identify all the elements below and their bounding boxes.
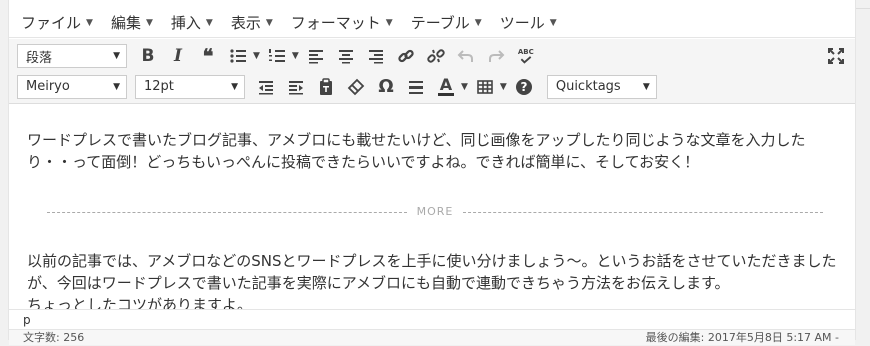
align-right-icon <box>368 50 383 64</box>
outdent-button[interactable] <box>253 74 279 100</box>
help-button[interactable]: ? <box>511 74 537 100</box>
chevron-down-icon: ▼ <box>113 51 120 61</box>
align-left-button[interactable] <box>303 43 329 69</box>
chevron-down-icon: ▼ <box>474 17 482 28</box>
omega-icon: Ω <box>378 76 394 97</box>
numbered-list-icon <box>264 43 290 69</box>
last-edited: 最後の編集: 2017年5月8日 5:17 AM - <box>645 331 839 344</box>
chevron-down-icon: ▼ <box>253 51 260 61</box>
text-color-button[interactable]: A ▼ <box>433 74 468 100</box>
fullscreen-button[interactable] <box>823 43 849 69</box>
table-icon <box>472 74 498 100</box>
spellcheck-button[interactable]: ABC <box>513 43 539 69</box>
chevron-down-icon: ▼ <box>113 81 120 92</box>
paste-as-text-button[interactable] <box>313 74 339 100</box>
chevron-down-icon: ▼ <box>385 17 393 28</box>
font-family-select[interactable]: Meiryo ▼ <box>17 74 127 99</box>
menu-file[interactable]: ファイル ▼ <box>21 12 93 33</box>
text-color-icon: A <box>438 75 454 96</box>
italic-icon: I <box>174 46 182 66</box>
menu-format[interactable]: フォーマット ▼ <box>291 12 393 33</box>
svg-text:?: ? <box>520 80 527 94</box>
align-center-button[interactable] <box>333 43 359 69</box>
status-bar: 文字数: 256 最後の編集: 2017年5月8日 5:17 AM - <box>9 329 855 345</box>
chevron-down-icon: ▼ <box>86 17 93 28</box>
numbered-list-button[interactable]: ▼ <box>264 43 299 69</box>
clipboard-icon <box>320 77 332 95</box>
bullet-list-button[interactable]: ▼ <box>225 43 260 69</box>
bullet-list-icon <box>225 43 251 69</box>
menu-tools[interactable]: ツール ▼ <box>500 12 557 33</box>
redo-icon <box>488 50 505 62</box>
horizontal-line-icon <box>409 80 423 94</box>
unlink-icon <box>427 49 445 63</box>
quote-icon: ❝ <box>202 44 214 68</box>
chevron-down-icon: ▼ <box>265 17 273 28</box>
align-right-button[interactable] <box>363 43 389 69</box>
undo-button[interactable] <box>453 43 479 69</box>
chevron-down-icon: ▼ <box>499 81 507 92</box>
bold-button[interactable]: B <box>135 43 161 69</box>
menu-insert[interactable]: 挿入 ▼ <box>171 12 213 33</box>
special-character-button[interactable]: Ω <box>373 74 399 100</box>
redo-button[interactable] <box>483 43 509 69</box>
insert-link-button[interactable] <box>393 43 419 69</box>
table-button[interactable]: ▼ <box>472 74 507 100</box>
chevron-down-icon: ▼ <box>549 17 557 28</box>
menubar: ファイル ▼ 編集 ▼ 挿入 ▼ 表示 ▼ フォーマット ▼ テーブル ▼ ツール ▼ <box>9 8 855 38</box>
classic-editor: ファイル ▼ 編集 ▼ 挿入 ▼ 表示 ▼ フォーマット ▼ テーブル ▼ ツール ▼ 段落 ▼… <box>8 0 856 345</box>
chevron-down-icon: ▼ <box>642 81 650 92</box>
horizontal-line-button[interactable] <box>403 74 429 100</box>
remove-link-button[interactable] <box>423 43 449 69</box>
format-select[interactable]: 段落 ▼ <box>17 44 127 68</box>
more-divider <box>463 211 823 213</box>
word-count: 文字数: 256 <box>23 331 85 344</box>
paragraph: 以前の記事では、アメブロなどのSNSとワードプレスを上手に使い分けましょう～。と… <box>27 252 837 309</box>
quicktags-select[interactable]: Quicktags ▼ <box>546 74 657 99</box>
paragraph: ワードプレスで書いたブログ記事、アメブロにも載せたいけど、同じ画像をアップしたり… <box>27 131 806 171</box>
chevron-down-icon: ▼ <box>205 17 213 28</box>
more-tag: MORE <box>47 205 823 219</box>
element-path[interactable]: p <box>9 309 855 329</box>
chevron-down-icon: ▼ <box>145 17 153 28</box>
menu-edit[interactable]: 編集 ▼ <box>111 12 153 33</box>
more-divider <box>47 211 407 213</box>
menu-table[interactable]: テーブル ▼ <box>411 12 482 33</box>
chevron-down-icon: ▼ <box>231 81 238 92</box>
clear-formatting-button[interactable] <box>343 74 369 100</box>
align-left-icon <box>308 50 323 64</box>
undo-icon <box>457 50 473 62</box>
editor-content[interactable]: ワードプレスで書いたブログ記事、アメブロにも載せたいけど、同じ画像をアップしたり… <box>9 105 855 309</box>
indent-icon <box>289 80 303 94</box>
toolbar-primary: 段落 ▼ B I ❝ ▼ ▼ ABC <box>9 39 855 73</box>
outdent-icon <box>259 80 273 94</box>
link-icon <box>398 49 414 63</box>
spellcheck-icon: ABC <box>517 48 534 56</box>
italic-button[interactable]: I <box>165 43 191 69</box>
align-center-icon <box>338 50 353 64</box>
bold-icon: B <box>141 46 155 66</box>
eraser-icon <box>347 78 365 95</box>
chevron-down-icon: ▼ <box>461 81 468 92</box>
blockquote-button[interactable]: ❝ <box>195 43 221 69</box>
chevron-down-icon: ▼ <box>291 51 299 61</box>
help-icon: ? <box>515 78 532 95</box>
indent-button[interactable] <box>283 74 309 100</box>
menu-view[interactable]: 表示 ▼ <box>231 12 273 33</box>
fullscreen-icon <box>828 48 844 64</box>
checkmark-icon <box>520 56 532 64</box>
more-label: MORE <box>416 205 454 218</box>
toolbar-secondary: Meiryo ▼ 12pt ▼ Ω A ▼ ▼ ? Quicktags ▼ <box>9 70 855 104</box>
font-size-select[interactable]: 12pt ▼ <box>135 74 245 99</box>
